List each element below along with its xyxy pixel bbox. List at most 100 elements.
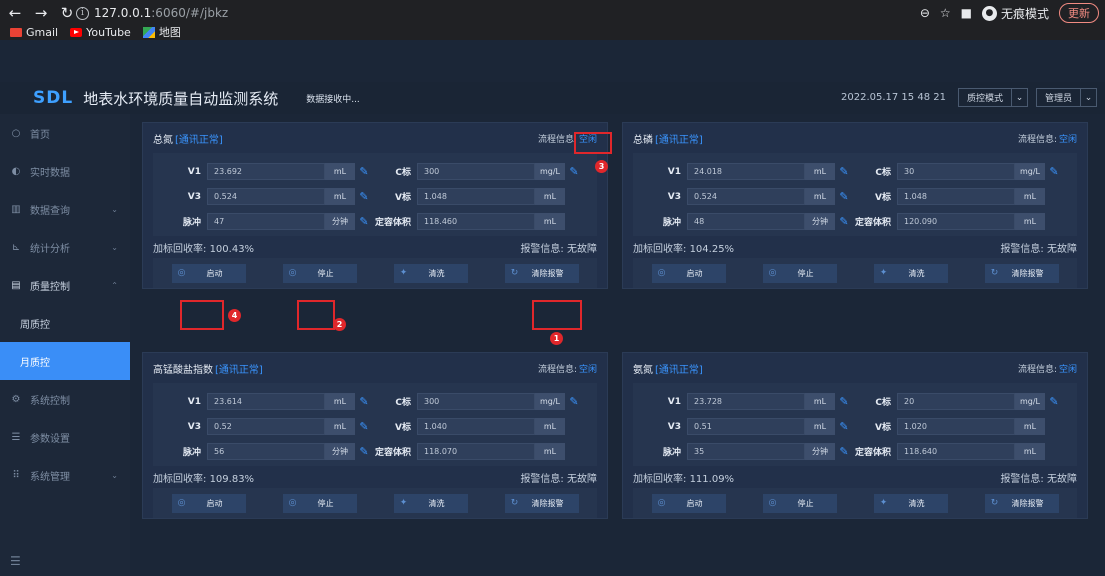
user-select[interactable]: 管理员 ⌄ bbox=[1035, 88, 1097, 107]
fixed-volume-input[interactable]: 118.070 bbox=[417, 443, 535, 460]
sidebar-item-admin[interactable]: ⠿ 系统管理 ⌄ bbox=[0, 456, 130, 494]
v3-label: V3 bbox=[187, 421, 201, 432]
start-button[interactable]: ◎ 启动 bbox=[171, 263, 246, 283]
v3-input[interactable]: 0.524 bbox=[207, 188, 325, 205]
clean-button[interactable]: ✦ 清洗 bbox=[873, 263, 948, 283]
bookmark-gmail[interactable]: Gmail bbox=[10, 26, 58, 39]
stop-button[interactable]: ◎ 停止 bbox=[762, 493, 837, 513]
address-bar[interactable]: i 127.0.0.1:6060/#/jbkz bbox=[76, 3, 956, 23]
pulse-input[interactable]: 48 bbox=[687, 213, 805, 230]
stop-button[interactable]: ◎ 停止 bbox=[762, 263, 837, 283]
stop-button[interactable]: ◎ 停止 bbox=[282, 263, 357, 283]
edit-icon[interactable]: ✎ bbox=[835, 215, 853, 228]
fixed-volume-input[interactable]: 118.640 bbox=[897, 443, 1015, 460]
sidebar-item-realtime[interactable]: ◐ 实时数据 bbox=[0, 152, 130, 190]
c-std-input[interactable]: 30 bbox=[897, 163, 1015, 180]
zoom-icon[interactable]: ⊖ bbox=[920, 6, 930, 20]
clear-alarm-button[interactable]: ↻ 清除报警 bbox=[504, 493, 579, 513]
back-icon[interactable]: ← bbox=[4, 2, 26, 24]
edit-icon[interactable]: ✎ bbox=[1045, 395, 1063, 408]
flow-status[interactable]: 空闲 bbox=[1059, 362, 1077, 375]
clean-button[interactable]: ✦ 清洗 bbox=[393, 263, 468, 283]
start-button[interactable]: ◎ 启动 bbox=[171, 493, 246, 513]
chevron-down-icon: ⌄ bbox=[1010, 89, 1027, 106]
c-std-input[interactable]: 20 bbox=[897, 393, 1015, 410]
unit-label: mL bbox=[535, 213, 565, 230]
sidebar-item-home[interactable]: ○ 首页 bbox=[0, 114, 130, 152]
analyzer-panel: 氨氮 [通讯正常] 流程信息: 空闲 V1 23.728 mL ✎ C标 20 m… bbox=[622, 352, 1088, 519]
v-std-input[interactable]: 1.048 bbox=[417, 188, 535, 205]
alarm-info: 报警信息: 无故障 bbox=[520, 473, 597, 485]
sidebar-item-query[interactable]: ▥ 数据查询 ⌄ bbox=[0, 190, 130, 228]
panel-header: 氨氮 [通讯正常] 流程信息: 空闲 bbox=[623, 353, 1087, 383]
edit-icon[interactable]: ✎ bbox=[355, 395, 373, 408]
v1-input[interactable]: 23.728 bbox=[687, 393, 805, 410]
edit-icon[interactable]: ✎ bbox=[835, 165, 853, 178]
sidebar-item-system-control[interactable]: ⚙ 系统控制 bbox=[0, 380, 130, 418]
incognito-indicator[interactable]: ● 无痕模式 bbox=[981, 5, 1049, 22]
mode-select[interactable]: 质控模式 ⌄ bbox=[957, 88, 1028, 107]
edit-icon[interactable]: ✎ bbox=[355, 215, 373, 228]
flow-status[interactable]: 空闲 bbox=[579, 362, 597, 375]
bookmark-youtube[interactable]: YouTube bbox=[70, 26, 131, 39]
fixed-volume-input[interactable]: 120.090 bbox=[897, 213, 1015, 230]
v-std-input[interactable]: 1.020 bbox=[897, 418, 1015, 435]
v-std-input[interactable]: 1.048 bbox=[897, 188, 1015, 205]
panel-header: 总磷 [通讯正常] 流程信息: 空闲 bbox=[623, 123, 1087, 153]
sidebar-item-stats[interactable]: ⊾ 统计分析 ⌄ bbox=[0, 228, 130, 266]
datetime: 2022.05.17 15 48 21 bbox=[841, 92, 946, 103]
site-info-icon[interactable]: i bbox=[76, 6, 89, 20]
unit-label: mg/L bbox=[535, 393, 565, 410]
edit-icon[interactable]: ✎ bbox=[355, 190, 373, 203]
forward-icon[interactable]: → bbox=[30, 2, 52, 24]
v1-input[interactable]: 24.018 bbox=[687, 163, 805, 180]
url-host: 127.0.0.1 bbox=[94, 6, 152, 20]
update-button[interactable]: 更新 bbox=[1059, 3, 1099, 23]
v1-input[interactable]: 23.614 bbox=[207, 393, 325, 410]
browser-toolbar: ← → ↻ i 127.0.0.1:6060/#/jbkz ⊖ ☆ ■ ● 无痕模… bbox=[0, 0, 1105, 26]
flow-status[interactable]: 空闲 bbox=[1059, 132, 1077, 145]
edit-icon[interactable]: ✎ bbox=[355, 165, 373, 178]
star-icon[interactable]: ☆ bbox=[940, 6, 951, 20]
v1-input[interactable]: 23.692 bbox=[207, 163, 325, 180]
clear-alarm-button[interactable]: ↻ 清除报警 bbox=[984, 493, 1059, 513]
v-std-input[interactable]: 1.040 bbox=[417, 418, 535, 435]
v3-input[interactable]: 0.524 bbox=[687, 188, 805, 205]
reload-icon[interactable]: ↻ bbox=[56, 2, 78, 24]
youtube-icon bbox=[70, 27, 83, 37]
pulse-label: 脉冲 bbox=[662, 218, 681, 228]
collapse-menu-icon[interactable]: ☰ bbox=[10, 554, 21, 568]
pulse-input[interactable]: 56 bbox=[207, 443, 325, 460]
sidebar-item-weekly-qc[interactable]: 周质控 bbox=[0, 304, 130, 342]
c-std-input[interactable]: 300 bbox=[417, 393, 535, 410]
v3-input[interactable]: 0.52 bbox=[207, 418, 325, 435]
edit-icon[interactable]: ✎ bbox=[1045, 165, 1063, 178]
edit-icon[interactable]: ✎ bbox=[835, 445, 853, 458]
bookmark-maps[interactable]: 地图 bbox=[142, 24, 181, 40]
edit-icon[interactable]: ✎ bbox=[835, 420, 853, 433]
edit-icon[interactable]: ✎ bbox=[835, 190, 853, 203]
start-button[interactable]: ◎ 启动 bbox=[651, 263, 726, 283]
edit-icon[interactable]: ✎ bbox=[355, 445, 373, 458]
clear-alarm-button[interactable]: ↻ 清除报警 bbox=[984, 263, 1059, 283]
stop-button[interactable]: ◎ 停止 bbox=[282, 493, 357, 513]
v3-label: V3 bbox=[667, 191, 681, 202]
edit-icon[interactable]: ✎ bbox=[835, 395, 853, 408]
v3-input[interactable]: 0.51 bbox=[687, 418, 805, 435]
c-std-input[interactable]: 300 bbox=[417, 163, 535, 180]
sidebar-item-monthly-qc[interactable]: 月质控 bbox=[0, 342, 130, 380]
clear-alarm-button[interactable]: ↻ 清除报警 bbox=[504, 263, 579, 283]
sidepanel-icon[interactable]: ■ bbox=[961, 6, 972, 20]
fixed-volume-input[interactable]: 118.460 bbox=[417, 213, 535, 230]
sidebar-item-quality[interactable]: ▤ 质量控制 ⌃ bbox=[0, 266, 130, 304]
clean-button[interactable]: ✦ 清洗 bbox=[873, 493, 948, 513]
sidebar-item-params[interactable]: ☰ 参数设置 bbox=[0, 418, 130, 456]
edit-icon[interactable]: ✎ bbox=[565, 165, 583, 178]
panel-title: 高锰酸盐指数 bbox=[153, 364, 213, 376]
clean-button[interactable]: ✦ 清洗 bbox=[393, 493, 468, 513]
pulse-input[interactable]: 35 bbox=[687, 443, 805, 460]
edit-icon[interactable]: ✎ bbox=[355, 420, 373, 433]
pulse-input[interactable]: 47 bbox=[207, 213, 325, 230]
edit-icon[interactable]: ✎ bbox=[565, 395, 583, 408]
start-button[interactable]: ◎ 启动 bbox=[651, 493, 726, 513]
